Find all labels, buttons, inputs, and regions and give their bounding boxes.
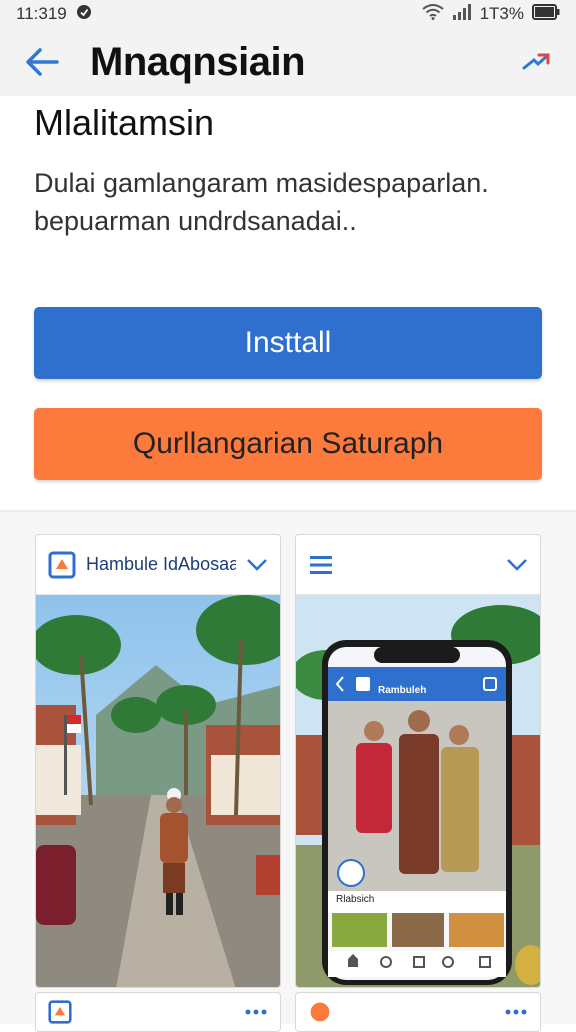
- screenshot-card-1[interactable]: Hambule IdAbosaao: [35, 534, 281, 988]
- screenshot-gallery[interactable]: Hambule IdAbosaao Rambuleh Rlabsich: [0, 512, 576, 1032]
- app-title: Mnaqnsiain: [90, 39, 306, 84]
- app-logo-icon: [48, 1000, 72, 1024]
- village-street-photo: [36, 595, 280, 987]
- screenshot-1-label: Hambule IdAbosaao: [86, 554, 236, 574]
- signal-icon: [452, 3, 472, 25]
- status-time: 11:319: [16, 4, 67, 23]
- app-logo-icon: [48, 551, 76, 578]
- battery-percent: 1T3%: [479, 4, 524, 23]
- secondary-action-button[interactable]: Qurllangarian Saturaph: [34, 408, 542, 480]
- app-detail-content: Mlalitamsin Dulai gamlangaram masidespap…: [0, 96, 576, 512]
- chevron-down-icon[interactable]: [506, 558, 528, 572]
- battery-icon: [532, 3, 560, 25]
- phone-app-label: Rambuleh: [378, 685, 427, 696]
- screenshot-2-header: [296, 535, 540, 595]
- more-options-icon[interactable]: [504, 1008, 528, 1016]
- more-options-icon[interactable]: [244, 1008, 268, 1016]
- phone-section-label: Rlabsich: [336, 894, 375, 905]
- app-bar: Mnaqnsiain: [0, 28, 576, 96]
- install-button[interactable]: Insttall: [34, 307, 542, 379]
- back-button[interactable]: [20, 40, 64, 84]
- app-logo-icon: [310, 1002, 330, 1022]
- app-description: Dulai gamlangaram masidespaparlan. bepua…: [34, 168, 489, 236]
- app-subtitle: Mlalitamsin: [34, 102, 215, 143]
- wifi-icon: [421, 3, 444, 25]
- notification-icon: [75, 3, 93, 26]
- chevron-down-icon[interactable]: [246, 558, 268, 572]
- screenshot-1-header: Hambule IdAbosaao: [36, 535, 280, 595]
- share-button[interactable]: [516, 42, 556, 82]
- share-arrow-icon: [522, 53, 550, 70]
- status-bar: 11:319 1T3%: [0, 0, 576, 28]
- screenshot-card-3[interactable]: [35, 992, 281, 1032]
- arrow-left-icon: [26, 48, 59, 76]
- screenshot-card-4[interactable]: [295, 992, 541, 1032]
- phone-mockup-photo: [296, 595, 540, 987]
- screenshot-card-2[interactable]: Rambuleh Rlabsich: [295, 534, 541, 988]
- menu-icon[interactable]: [308, 554, 334, 576]
